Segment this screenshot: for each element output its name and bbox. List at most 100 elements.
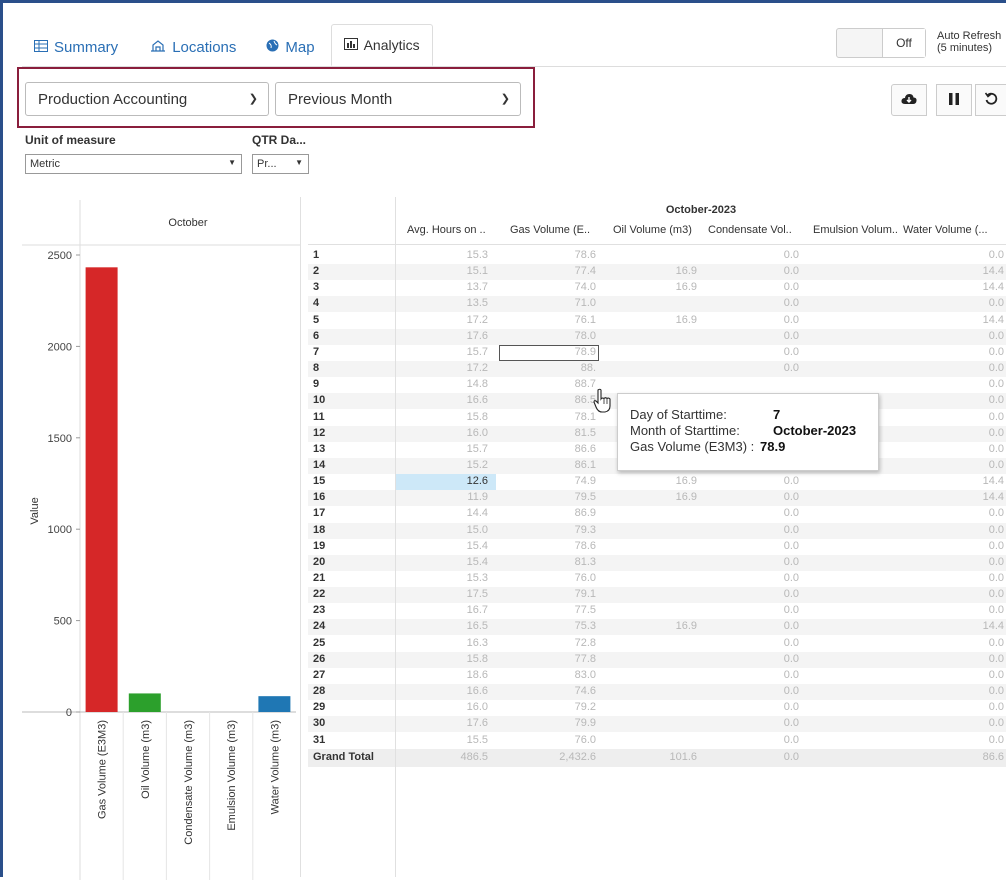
table-cell-hours[interactable]: 13.5 [467,297,488,309]
tab-locations[interactable]: Locations [138,28,248,66]
table-cell-gas[interactable]: 86.6 [575,443,596,455]
table-cell-gas[interactable]: 88. [581,362,596,374]
table-cell-oil[interactable]: 16.9 [676,265,697,277]
table-cell-water[interactable]: 0.0 [989,717,1004,729]
column-header-hours[interactable]: Avg. Hours on .. [407,224,486,236]
table-cell-gas[interactable]: 74.6 [575,685,596,697]
table-cell-hours[interactable]: 16.5 [467,620,488,632]
table-cell-hours[interactable]: 16.6 [467,685,488,697]
table-cell-water[interactable]: 0.0 [989,604,1004,616]
table-cell-cond[interactable]: 0.0 [784,620,799,632]
table-cell-water[interactable]: 0.0 [989,346,1004,358]
table-cell-cond[interactable]: 0.0 [784,314,799,326]
table-cell-water[interactable]: 0.0 [989,588,1004,600]
table-cell-water[interactable]: 0.0 [989,540,1004,552]
table-cell-water[interactable]: 0.0 [989,411,1004,423]
table-cell-gas[interactable]: 78.9 [575,346,596,358]
unit-of-measure-select[interactable]: Metric ▼ [25,154,242,174]
table-cell-water[interactable]: 0.0 [989,653,1004,665]
column-header-condensate[interactable]: Condensate Vol.. [708,224,792,236]
tab-analytics[interactable]: Analytics [330,24,433,66]
table-cell-gas[interactable]: 83.0 [575,669,596,681]
period-select[interactable]: Previous Month ❯ [275,82,521,116]
table-cell-hours[interactable]: 16.7 [467,604,488,616]
table-cell-water[interactable]: 0.0 [989,249,1004,261]
table-cell-water[interactable]: 14.4 [983,281,1004,293]
table-cell-water[interactable]: 0.0 [989,556,1004,568]
table-cell-hours[interactable]: 15.3 [467,249,488,261]
table-cell-hours[interactable]: 15.8 [467,653,488,665]
table-cell-gas[interactable]: 79.2 [575,701,596,713]
table-cell-water[interactable]: 0.0 [989,443,1004,455]
table-cell-gas[interactable]: 77.4 [575,265,596,277]
table-cell-cond[interactable]: 0.0 [784,281,799,293]
column-header-water[interactable]: Water Volume (... [903,224,988,236]
table-cell-hours[interactable]: 15.3 [467,572,488,584]
table-cell-gas[interactable]: 76.0 [575,572,596,584]
table-cell-water[interactable]: 0.0 [989,734,1004,746]
table-cell-hours[interactable]: 15.1 [467,265,488,277]
table-cell-hours[interactable]: 15.8 [467,411,488,423]
table-cell-water[interactable]: 0.0 [989,572,1004,584]
table-cell-water[interactable]: 0.0 [989,701,1004,713]
pause-button[interactable] [936,84,972,116]
table-cell-gas[interactable]: 79.9 [575,717,596,729]
table-cell-hours[interactable]: 17.2 [467,314,488,326]
table-cell-water[interactable]: 14.4 [983,475,1004,487]
table-cell-water[interactable]: 0.0 [989,459,1004,471]
table-cell-cond[interactable]: 0.0 [784,265,799,277]
table-cell-gas[interactable]: 78.6 [575,249,596,261]
table-cell-cond[interactable]: 0.0 [784,701,799,713]
table-cell-hours[interactable]: 17.6 [467,717,488,729]
tab-map[interactable]: Map [254,28,326,66]
report-select[interactable]: Production Accounting ❯ [25,82,269,116]
table-cell-cond[interactable]: 0.0 [784,637,799,649]
table-cell-gas[interactable]: 77.5 [575,604,596,616]
table-cell-gas[interactable]: 79.1 [575,588,596,600]
table-cell-cond[interactable]: 0.0 [784,346,799,358]
table-cell-cond[interactable]: 0.0 [784,604,799,616]
table-cell-hours[interactable]: 15.4 [467,540,488,552]
table-cell-water[interactable]: 0.0 [989,394,1004,406]
table-cell-gas[interactable]: 77.8 [575,653,596,665]
table-cell-hours[interactable]: 14.4 [467,507,488,519]
table-cell-gas[interactable]: 72.8 [575,637,596,649]
table-cell-gas[interactable]: 79.5 [575,491,596,503]
table-cell-water[interactable]: 14.4 [983,620,1004,632]
table-cell-hours[interactable]: 16.3 [467,637,488,649]
table-cell-water[interactable]: 0.0 [989,637,1004,649]
table-cell-hours[interactable]: 15.4 [467,556,488,568]
table-cell-cond[interactable]: 0.0 [784,717,799,729]
table-cell-cond[interactable]: 0.0 [784,572,799,584]
table-cell-cond[interactable]: 0.0 [784,297,799,309]
qtr-date-select[interactable]: Pr... ▼ [252,154,309,174]
table-cell-cond[interactable]: 0.0 [784,685,799,697]
table-cell-hours[interactable]: 14.8 [467,378,488,390]
table-cell-hours[interactable]: 17.2 [467,362,488,374]
table-cell-oil[interactable]: 16.9 [676,620,697,632]
table-cell-water[interactable]: 0.0 [989,362,1004,374]
table-cell-hours[interactable]: 15.7 [467,346,488,358]
table-cell-cond[interactable]: 0.0 [784,330,799,342]
table-cell-cond[interactable]: 0.0 [784,475,799,487]
table-cell-hours[interactable]: 16.6 [467,394,488,406]
table-cell-water[interactable]: 0.0 [989,507,1004,519]
table-cell-cond[interactable]: 0.0 [784,249,799,261]
table-cell-hours[interactable]: 18.6 [467,669,488,681]
table-cell-hours[interactable]: 11.9 [467,491,488,503]
table-cell-gas[interactable]: 78.6 [575,540,596,552]
table-cell-hours[interactable]: 15.2 [467,459,488,471]
table-cell-cond[interactable]: 0.0 [784,653,799,665]
table-cell-cond[interactable]: 0.0 [784,588,799,600]
table-cell-hours[interactable]: 17.5 [467,588,488,600]
column-header-emulsion[interactable]: Emulsion Volum.. [813,224,898,236]
table-cell-cond[interactable]: 0.0 [784,524,799,536]
table-cell-hours[interactable]: 16.0 [467,427,488,439]
table-cell-gas[interactable]: 86.9 [575,507,596,519]
table-cell-gas[interactable]: 81.3 [575,556,596,568]
table-cell-cond[interactable]: 0.0 [784,507,799,519]
table-cell-hours[interactable]: 13.7 [467,281,488,293]
table-cell-hours[interactable]: 12.6 [467,475,488,487]
table-cell-hours[interactable]: 15.5 [467,734,488,746]
table-cell-oil[interactable]: 16.9 [676,475,697,487]
